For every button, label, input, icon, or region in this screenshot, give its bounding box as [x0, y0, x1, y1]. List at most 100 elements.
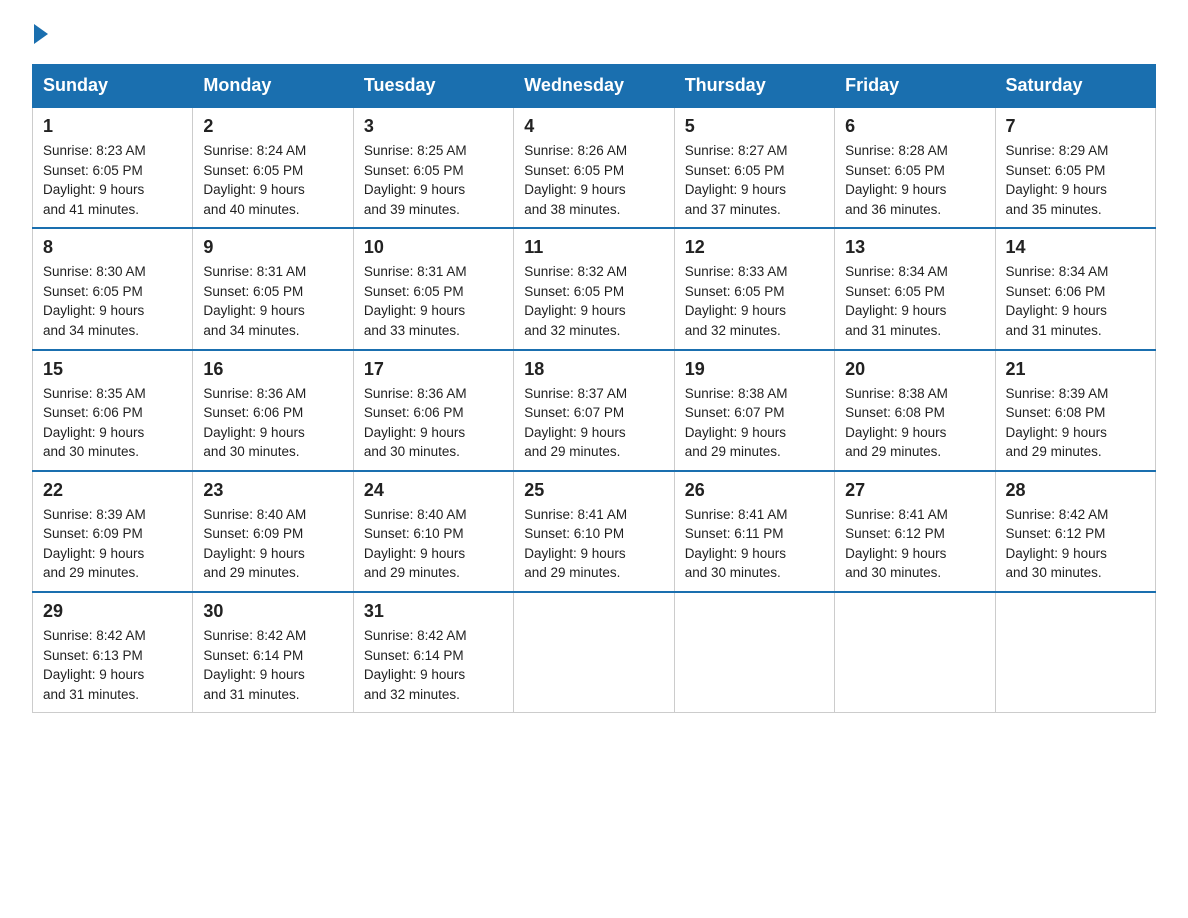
day-cell-30: 30 Sunrise: 8:42 AMSunset: 6:14 PMDayligh… — [193, 592, 353, 713]
week-row-1: 1 Sunrise: 8:23 AMSunset: 6:05 PMDaylight… — [33, 107, 1156, 228]
day-number: 30 — [203, 601, 342, 622]
calendar-header-row: SundayMondayTuesdayWednesdayThursdayFrid… — [33, 65, 1156, 108]
day-cell-8: 8 Sunrise: 8:30 AMSunset: 6:05 PMDaylight… — [33, 228, 193, 349]
day-cell-12: 12 Sunrise: 8:33 AMSunset: 6:05 PMDayligh… — [674, 228, 834, 349]
day-cell-22: 22 Sunrise: 8:39 AMSunset: 6:09 PMDayligh… — [33, 471, 193, 592]
day-cell-24: 24 Sunrise: 8:40 AMSunset: 6:10 PMDayligh… — [353, 471, 513, 592]
day-info: Sunrise: 8:41 AMSunset: 6:12 PMDaylight:… — [845, 505, 984, 583]
page-header — [32, 24, 1156, 46]
day-number: 10 — [364, 237, 503, 258]
day-info: Sunrise: 8:31 AMSunset: 6:05 PMDaylight:… — [364, 262, 503, 340]
day-cell-3: 3Sunrise: 8:25 AMSunset: 6:05 PMDaylight… — [353, 107, 513, 228]
day-cell-5: 5Sunrise: 8:27 AMSunset: 6:05 PMDaylight… — [674, 107, 834, 228]
day-number: 22 — [43, 480, 182, 501]
col-header-tuesday: Tuesday — [353, 65, 513, 108]
day-number: 25 — [524, 480, 663, 501]
day-info: Sunrise: 8:40 AMSunset: 6:10 PMDaylight:… — [364, 505, 503, 583]
day-number: 4 — [524, 116, 663, 137]
day-number: 17 — [364, 359, 503, 380]
day-info: Sunrise: 8:39 AMSunset: 6:08 PMDaylight:… — [1006, 384, 1145, 462]
day-info: Sunrise: 8:42 AMSunset: 6:13 PMDaylight:… — [43, 626, 182, 704]
col-header-sunday: Sunday — [33, 65, 193, 108]
day-info: Sunrise: 8:38 AMSunset: 6:08 PMDaylight:… — [845, 384, 984, 462]
day-info: Sunrise: 8:27 AMSunset: 6:05 PMDaylight:… — [685, 141, 824, 219]
empty-cell — [674, 592, 834, 713]
day-info: Sunrise: 8:24 AMSunset: 6:05 PMDaylight:… — [203, 141, 342, 219]
day-cell-16: 16 Sunrise: 8:36 AMSunset: 6:06 PMDayligh… — [193, 350, 353, 471]
day-number: 19 — [685, 359, 824, 380]
day-info: Sunrise: 8:23 AMSunset: 6:05 PMDaylight:… — [43, 141, 182, 219]
day-cell-13: 13 Sunrise: 8:34 AMSunset: 6:05 PMDayligh… — [835, 228, 995, 349]
day-number: 12 — [685, 237, 824, 258]
day-info: Sunrise: 8:42 AMSunset: 6:14 PMDaylight:… — [203, 626, 342, 704]
week-row-2: 8 Sunrise: 8:30 AMSunset: 6:05 PMDaylight… — [33, 228, 1156, 349]
day-cell-1: 1 Sunrise: 8:23 AMSunset: 6:05 PMDaylight… — [33, 107, 193, 228]
day-cell-18: 18Sunrise: 8:37 AMSunset: 6:07 PMDayligh… — [514, 350, 674, 471]
day-cell-29: 29Sunrise: 8:42 AMSunset: 6:13 PMDayligh… — [33, 592, 193, 713]
day-info: Sunrise: 8:29 AMSunset: 6:05 PMDaylight:… — [1006, 141, 1145, 219]
day-cell-28: 28 Sunrise: 8:42 AMSunset: 6:12 PMDayligh… — [995, 471, 1155, 592]
day-cell-2: 2 Sunrise: 8:24 AMSunset: 6:05 PMDaylight… — [193, 107, 353, 228]
col-header-monday: Monday — [193, 65, 353, 108]
empty-cell — [514, 592, 674, 713]
day-info: Sunrise: 8:25 AMSunset: 6:05 PMDaylight:… — [364, 141, 503, 219]
day-number: 16 — [203, 359, 342, 380]
day-info: Sunrise: 8:35 AMSunset: 6:06 PMDaylight:… — [43, 384, 182, 462]
day-cell-7: 7 Sunrise: 8:29 AMSunset: 6:05 PMDaylight… — [995, 107, 1155, 228]
col-header-saturday: Saturday — [995, 65, 1155, 108]
day-number: 1 — [43, 116, 182, 137]
empty-cell — [835, 592, 995, 713]
day-number: 14 — [1006, 237, 1145, 258]
day-info: Sunrise: 8:41 AMSunset: 6:11 PMDaylight:… — [685, 505, 824, 583]
day-cell-26: 26 Sunrise: 8:41 AMSunset: 6:11 PMDayligh… — [674, 471, 834, 592]
col-header-thursday: Thursday — [674, 65, 834, 108]
day-info: Sunrise: 8:39 AMSunset: 6:09 PMDaylight:… — [43, 505, 182, 583]
day-number: 6 — [845, 116, 984, 137]
day-number: 11 — [524, 237, 663, 258]
day-number: 8 — [43, 237, 182, 258]
day-cell-11: 11 Sunrise: 8:32 AMSunset: 6:05 PMDayligh… — [514, 228, 674, 349]
day-info: Sunrise: 8:42 AMSunset: 6:14 PMDaylight:… — [364, 626, 503, 704]
day-number: 28 — [1006, 480, 1145, 501]
day-cell-25: 25 Sunrise: 8:41 AMSunset: 6:10 PMDayligh… — [514, 471, 674, 592]
day-info: Sunrise: 8:28 AMSunset: 6:05 PMDaylight:… — [845, 141, 984, 219]
day-number: 26 — [685, 480, 824, 501]
day-info: Sunrise: 8:42 AMSunset: 6:12 PMDaylight:… — [1006, 505, 1145, 583]
day-cell-10: 10 Sunrise: 8:31 AMSunset: 6:05 PMDayligh… — [353, 228, 513, 349]
day-info: Sunrise: 8:30 AMSunset: 6:05 PMDaylight:… — [43, 262, 182, 340]
day-cell-23: 23Sunrise: 8:40 AMSunset: 6:09 PMDayligh… — [193, 471, 353, 592]
day-cell-4: 4 Sunrise: 8:26 AMSunset: 6:05 PMDaylight… — [514, 107, 674, 228]
day-cell-27: 27Sunrise: 8:41 AMSunset: 6:12 PMDayligh… — [835, 471, 995, 592]
day-cell-17: 17 Sunrise: 8:36 AMSunset: 6:06 PMDayligh… — [353, 350, 513, 471]
day-info: Sunrise: 8:34 AMSunset: 6:06 PMDaylight:… — [1006, 262, 1145, 340]
logo — [32, 24, 48, 46]
day-number: 13 — [845, 237, 984, 258]
day-info: Sunrise: 8:36 AMSunset: 6:06 PMDaylight:… — [364, 384, 503, 462]
day-info: Sunrise: 8:41 AMSunset: 6:10 PMDaylight:… — [524, 505, 663, 583]
day-info: Sunrise: 8:26 AMSunset: 6:05 PMDaylight:… — [524, 141, 663, 219]
day-info: Sunrise: 8:32 AMSunset: 6:05 PMDaylight:… — [524, 262, 663, 340]
day-number: 9 — [203, 237, 342, 258]
day-number: 7 — [1006, 116, 1145, 137]
day-info: Sunrise: 8:34 AMSunset: 6:05 PMDaylight:… — [845, 262, 984, 340]
day-cell-21: 21 Sunrise: 8:39 AMSunset: 6:08 PMDayligh… — [995, 350, 1155, 471]
day-cell-15: 15 Sunrise: 8:35 AMSunset: 6:06 PMDayligh… — [33, 350, 193, 471]
day-info: Sunrise: 8:33 AMSunset: 6:05 PMDaylight:… — [685, 262, 824, 340]
day-info: Sunrise: 8:38 AMSunset: 6:07 PMDaylight:… — [685, 384, 824, 462]
day-number: 24 — [364, 480, 503, 501]
day-cell-6: 6 Sunrise: 8:28 AMSunset: 6:05 PMDaylight… — [835, 107, 995, 228]
day-cell-31: 31 Sunrise: 8:42 AMSunset: 6:14 PMDayligh… — [353, 592, 513, 713]
day-cell-14: 14 Sunrise: 8:34 AMSunset: 6:06 PMDayligh… — [995, 228, 1155, 349]
logo-arrow-icon — [34, 24, 48, 44]
day-number: 21 — [1006, 359, 1145, 380]
day-number: 15 — [43, 359, 182, 380]
day-info: Sunrise: 8:31 AMSunset: 6:05 PMDaylight:… — [203, 262, 342, 340]
day-info: Sunrise: 8:36 AMSunset: 6:06 PMDaylight:… — [203, 384, 342, 462]
day-number: 31 — [364, 601, 503, 622]
week-row-4: 22 Sunrise: 8:39 AMSunset: 6:09 PMDayligh… — [33, 471, 1156, 592]
week-row-5: 29Sunrise: 8:42 AMSunset: 6:13 PMDayligh… — [33, 592, 1156, 713]
day-cell-20: 20Sunrise: 8:38 AMSunset: 6:08 PMDayligh… — [835, 350, 995, 471]
day-number: 2 — [203, 116, 342, 137]
week-row-3: 15 Sunrise: 8:35 AMSunset: 6:06 PMDayligh… — [33, 350, 1156, 471]
calendar-table: SundayMondayTuesdayWednesdayThursdayFrid… — [32, 64, 1156, 713]
